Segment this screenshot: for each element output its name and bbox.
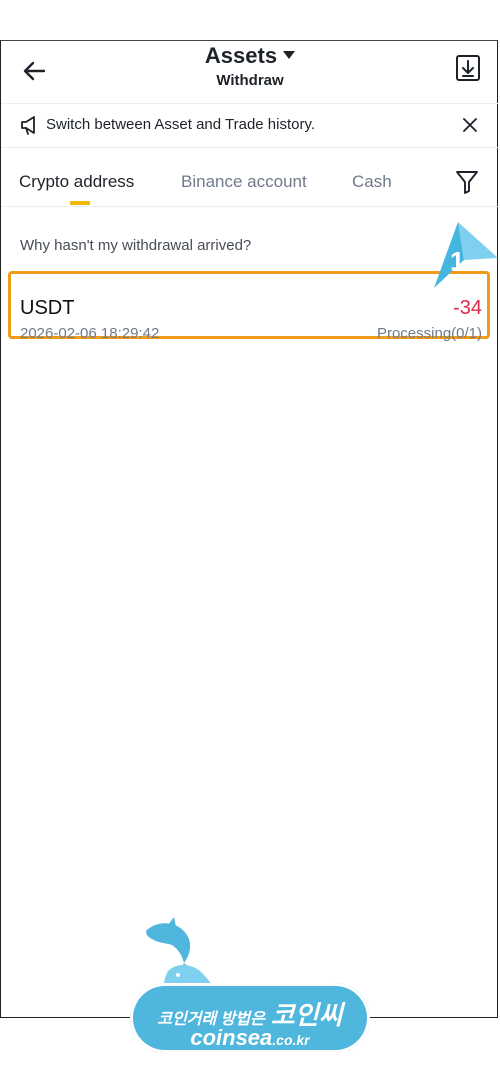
arrow-left-icon[interactable] [18, 55, 50, 87]
dolphin-logo-icon [146, 917, 212, 985]
title-selector[interactable]: Assets Withdraw [150, 41, 350, 90]
tabs-divider [1, 206, 498, 207]
notice-divider [1, 147, 498, 148]
page-subtitle: Withdraw [216, 72, 284, 89]
record-amount: -34 [453, 297, 482, 319]
withdrawal-help-link[interactable]: Why hasn't my withdrawal arrived? [0, 232, 500, 260]
page-title[interactable]: Assets [150, 43, 350, 69]
watermark-line2: coinsea.co.kr [130, 1025, 370, 1051]
record-asset: USDT [20, 297, 75, 319]
coinsea-watermark: 코인거래 방법은 코인씨 coinsea.co.kr [130, 915, 370, 1055]
megaphone-icon [21, 116, 35, 135]
tab-cash[interactable]: Cash [352, 172, 392, 192]
tab-bar: Crypto address Binance account Cash [0, 158, 500, 206]
record-status: Processing(0/1) [376, 325, 482, 342]
watermark-brand-en: coinsea [190, 1025, 273, 1050]
caret-down-icon [283, 51, 296, 59]
record-time: 2026-02-06 18:29:42 [20, 325, 160, 342]
notice-banner: Switch between Asset and Trade history. [0, 104, 500, 146]
tab-crypto-address[interactable]: Crypto address [19, 172, 134, 192]
step-annotation-arrow: 1 [434, 222, 498, 288]
notice-text: Switch between Asset and Trade history. [46, 116, 316, 133]
watermark-domain-suffix: .co.kr [272, 1032, 310, 1048]
help-text: Why hasn't my withdrawal arrived? [20, 237, 252, 254]
top-bar: Assets Withdraw [0, 41, 500, 103]
step-number: 1 [450, 246, 464, 276]
filter-icon[interactable] [455, 169, 479, 195]
download-icon[interactable] [455, 53, 481, 83]
withdrawal-record[interactable]: USDT -34 2026-02-06 18:29:42 Processing(… [8, 271, 490, 342]
tab-binance-account[interactable]: Binance account [181, 172, 307, 192]
page-title-text: Assets [204, 43, 278, 68]
active-tab-indicator [70, 201, 90, 205]
close-icon[interactable] [460, 115, 480, 135]
